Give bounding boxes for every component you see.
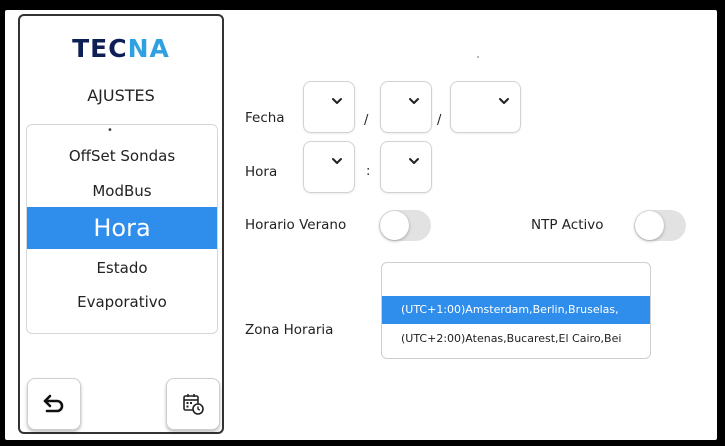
back-arrow-icon	[43, 394, 64, 413]
timezone-option[interactable]: (UTC+2:00)Atenas,Bucarest,El Cairo,Bei	[382, 325, 650, 353]
chevron-down-icon	[409, 158, 419, 164]
tecna-logo: TECNA	[72, 34, 170, 63]
menu-item-offset-sondas[interactable]: OffSet Sondas	[27, 147, 217, 165]
chevron-down-icon	[332, 158, 342, 164]
date-separator: /	[437, 113, 442, 128]
chevron-down-icon	[409, 98, 419, 104]
schedule-button[interactable]	[166, 378, 220, 430]
year-dropdown[interactable]	[450, 81, 521, 133]
chevron-down-icon	[499, 98, 509, 104]
menu-item-hora[interactable]: Hora	[27, 207, 217, 249]
speck	[477, 56, 479, 58]
timezone-list[interactable]: (UTC+1:00)Amsterdam,Berlin,Bruselas, (UT…	[381, 262, 651, 359]
day-dropdown[interactable]	[303, 81, 355, 133]
date-separator: /	[364, 113, 369, 128]
timezone-label: Zona Horaria	[245, 322, 334, 338]
hour-dropdown[interactable]	[303, 141, 355, 193]
back-button[interactable]	[27, 378, 81, 430]
menu-item-evaporativo[interactable]: Evaporativo	[27, 293, 217, 311]
calendar-clock-icon	[183, 394, 204, 415]
hora-label: Hora	[245, 164, 278, 180]
ntp-label: NTP Activo	[531, 217, 604, 233]
month-dropdown[interactable]	[380, 81, 432, 133]
sidebar: TECNA AJUSTES • OffSet Sondas ModBus Hor…	[18, 14, 224, 434]
fecha-label: Fecha	[245, 110, 285, 126]
toggle-knob	[380, 211, 409, 240]
time-separator: :	[366, 164, 371, 179]
sidebar-title: AJUSTES	[87, 86, 155, 105]
scroll-indicator: •	[107, 125, 113, 136]
toggle-knob	[635, 211, 664, 240]
dst-toggle[interactable]	[379, 210, 431, 241]
chevron-down-icon	[332, 98, 342, 104]
dst-label: Horario Verano	[245, 217, 347, 233]
menu-item-modbus[interactable]: ModBus	[27, 182, 217, 200]
minute-dropdown[interactable]	[380, 141, 432, 193]
settings-menu[interactable]: • OffSet Sondas ModBus Hora Estado Evapo…	[26, 124, 218, 334]
ntp-toggle[interactable]	[634, 210, 686, 241]
menu-item-estado[interactable]: Estado	[27, 259, 217, 277]
timezone-option-selected[interactable]: (UTC+1:00)Amsterdam,Berlin,Bruselas,	[382, 296, 650, 324]
